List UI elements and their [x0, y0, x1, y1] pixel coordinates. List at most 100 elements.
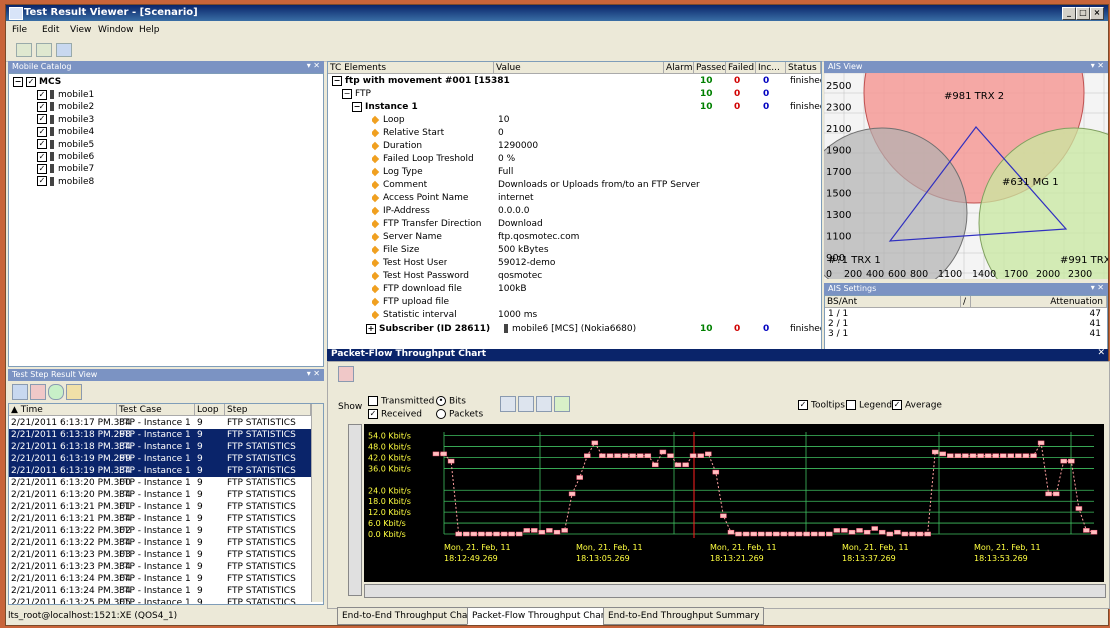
- data-point[interactable]: [954, 453, 962, 458]
- data-point[interactable]: [606, 453, 614, 458]
- table-row[interactable]: 2/21/2011 6:13:21 PM.301 FTP - Instance 1…: [9, 501, 311, 513]
- data-point[interactable]: [916, 531, 924, 537]
- col-passed[interactable]: Passed: [694, 62, 726, 74]
- table-row[interactable]: 2/21/2011 6:13:18 PM.334 FTP - Instance 1…: [9, 441, 311, 453]
- chart-icon[interactable]: [16, 43, 32, 57]
- data-point[interactable]: [992, 453, 999, 458]
- col-status[interactable]: Status: [786, 62, 821, 74]
- data-point[interactable]: [901, 531, 909, 537]
- table-row[interactable]: 2/21/2011 6:13:20 PM.334 FTP - Instance 1…: [9, 489, 311, 501]
- menu-help[interactable]: Help: [139, 25, 160, 35]
- close-icon[interactable]: ×: [1090, 7, 1104, 20]
- horizontal-scrollbar[interactable]: [364, 584, 1106, 598]
- tab-end-to-end-chart[interactable]: End-to-End Throughput Chart: [337, 607, 480, 625]
- collapse-icon[interactable]: −: [332, 75, 342, 86]
- data-point[interactable]: [599, 453, 606, 458]
- data-point[interactable]: [463, 531, 470, 537]
- data-point[interactable]: [795, 531, 803, 537]
- export-icon[interactable]: [56, 43, 72, 57]
- maximize-icon[interactable]: □: [1076, 7, 1090, 20]
- col-inc[interactable]: Inc...: [756, 62, 786, 74]
- param-row[interactable]: FTP upload file: [372, 296, 449, 309]
- data-point[interactable]: [765, 531, 773, 537]
- mobile-item[interactable]: ✓ mobile4: [37, 126, 94, 138]
- data-point[interactable]: [984, 453, 992, 458]
- data-point[interactable]: [1037, 440, 1045, 446]
- data-point[interactable]: [863, 529, 871, 535]
- checkbox-icon[interactable]: [368, 396, 378, 406]
- data-point[interactable]: [493, 531, 500, 537]
- data-point[interactable]: [644, 453, 652, 458]
- legend-option[interactable]: Legend: [846, 400, 892, 411]
- data-point[interactable]: [576, 475, 583, 480]
- data-point[interactable]: [818, 531, 825, 537]
- checkbox-icon[interactable]: [846, 400, 856, 410]
- data-point[interactable]: [826, 531, 833, 537]
- radio-icon[interactable]: •: [436, 396, 446, 406]
- checkbox-icon[interactable]: ✓: [37, 139, 47, 150]
- data-point[interactable]: [440, 451, 447, 457]
- data-point[interactable]: [939, 451, 946, 457]
- data-point[interactable]: [455, 531, 462, 537]
- data-point[interactable]: [1007, 453, 1015, 458]
- col-tc-elements[interactable]: TC Elements: [328, 62, 494, 74]
- bits-option[interactable]: • Bits: [436, 396, 466, 407]
- panel-controls-icon[interactable]: ▾ ✕: [1091, 283, 1104, 292]
- data-point[interactable]: [1083, 528, 1090, 533]
- data-point[interactable]: [636, 453, 644, 458]
- data-point[interactable]: [1030, 453, 1037, 458]
- param-row[interactable]: Server Name: [372, 231, 442, 244]
- data-point[interactable]: [727, 529, 735, 535]
- data-point[interactable]: [999, 453, 1007, 458]
- data-point[interactable]: [977, 453, 984, 458]
- data-point[interactable]: [697, 453, 704, 458]
- packets-option[interactable]: Packets: [436, 409, 483, 420]
- data-point[interactable]: [629, 453, 636, 458]
- data-point[interactable]: [1060, 458, 1067, 464]
- param-row[interactable]: Relative Start: [372, 127, 444, 140]
- data-point[interactable]: [909, 531, 916, 537]
- panel-controls-icon[interactable]: ▾ ✕: [307, 61, 320, 70]
- menu-view[interactable]: View: [70, 25, 91, 35]
- checkbox-icon[interactable]: ✓: [37, 126, 47, 137]
- data-point[interactable]: [705, 451, 712, 457]
- data-point[interactable]: [757, 531, 765, 537]
- table-row[interactable]: 2/21/2011 6:13:17 PM.334 FTP - Instance 1…: [9, 417, 311, 429]
- transmitted-option[interactable]: Transmitted: [368, 396, 434, 407]
- data-point[interactable]: [485, 531, 493, 537]
- mobile-item[interactable]: ✓ mobile6: [37, 151, 94, 163]
- radio-icon[interactable]: [436, 409, 446, 419]
- expand-icon[interactable]: +: [366, 323, 376, 334]
- param-row[interactable]: Test Host User: [372, 257, 447, 270]
- close-icon[interactable]: ✕: [1097, 348, 1105, 358]
- data-point[interactable]: [652, 462, 659, 468]
- table-row[interactable]: 2/21/2011 6:13:23 PM.334 FTP - Instance 1…: [9, 561, 311, 573]
- data-point[interactable]: [735, 531, 742, 537]
- col-attenuation[interactable]: Attenuation: [971, 296, 1107, 308]
- data-point[interactable]: [712, 469, 720, 475]
- param-row[interactable]: Statistic interval: [372, 309, 457, 322]
- table-row[interactable]: 2/21/2011 6:13:23 PM.303 FTP - Instance 1…: [9, 549, 311, 561]
- attenuation-cell[interactable]: 47: [1055, 309, 1101, 319]
- subscriber-row[interactable]: + Subscriber (ID 28611): [366, 323, 490, 336]
- data-point[interactable]: [1090, 529, 1098, 535]
- mobile-item[interactable]: ✓ mobile3: [37, 114, 94, 126]
- data-point[interactable]: [447, 458, 455, 464]
- step-scrollbar[interactable]: [311, 404, 323, 602]
- data-point[interactable]: [969, 453, 977, 458]
- checkbox-icon[interactable]: ✓: [26, 76, 36, 87]
- mobile-item[interactable]: ✓ mobile5: [37, 139, 94, 151]
- checkbox-icon[interactable]: ✓: [37, 89, 47, 100]
- data-point[interactable]: [810, 531, 818, 537]
- param-row[interactable]: Loop: [372, 114, 405, 127]
- ftp-row[interactable]: − FTP: [342, 88, 371, 101]
- data-point[interactable]: [568, 491, 576, 497]
- param-row[interactable]: IP-Address: [372, 205, 430, 218]
- delete-icon[interactable]: [30, 384, 46, 400]
- data-point[interactable]: [894, 529, 901, 535]
- bsant-cell[interactable]: 2 / 1: [828, 319, 848, 329]
- checkbox-icon[interactable]: ✓: [798, 400, 808, 410]
- instance-row[interactable]: − Instance 1: [352, 101, 418, 114]
- bsant-cell[interactable]: 3 / 1: [828, 329, 848, 339]
- panel-controls-icon[interactable]: ▾ ✕: [1091, 61, 1104, 70]
